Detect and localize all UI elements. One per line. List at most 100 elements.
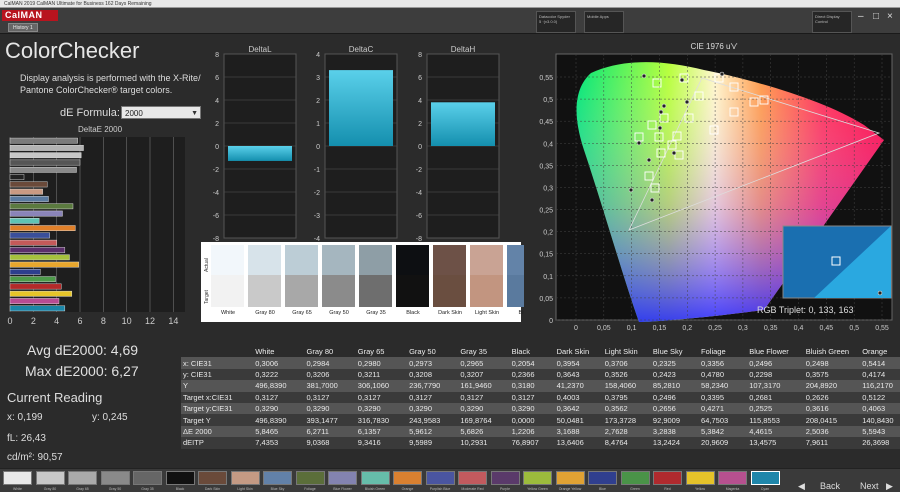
deltaC-y-tick: -3	[314, 213, 320, 220]
cie-x-tick: 0,05	[597, 325, 611, 332]
swatch-gray-80[interactable]	[248, 245, 281, 307]
table-cell: 6,1357	[355, 425, 408, 438]
bottom-swatch-button[interactable]	[68, 471, 97, 485]
bottom-swatch-label: Blue	[598, 487, 606, 491]
de2000-x-tick: 10	[122, 316, 132, 326]
bottom-swatch-button[interactable]	[555, 471, 585, 485]
bottom-swatch-button[interactable]	[100, 471, 130, 485]
de2000-bar	[9, 298, 60, 304]
cie-y-tick: 0,05	[539, 296, 553, 303]
de2000-bar	[9, 290, 73, 297]
bottom-swatch-button[interactable]	[620, 471, 650, 485]
bottom-swatch-button[interactable]	[35, 471, 65, 485]
source-mobile-apps[interactable]: Mobile Apps	[584, 11, 624, 33]
bottom-swatch-button[interactable]	[3, 471, 32, 485]
swatch-black[interactable]	[396, 245, 429, 307]
swatch-dark-skin[interactable]	[433, 245, 466, 307]
swatch-label: Gray 50	[329, 310, 349, 316]
back-arrow-icon[interactable]: ◀	[798, 481, 805, 492]
table-header: Bluish Green	[803, 346, 861, 358]
bottom-swatch-button[interactable]	[425, 471, 455, 485]
table-cell: ΔE 2000	[181, 425, 254, 438]
table-cell: 0,2681	[747, 391, 804, 403]
deltaC-y-tick: -1	[314, 167, 320, 174]
source-display-control[interactable]: Direct Display Control	[812, 11, 852, 33]
minimize-icon[interactable]: –	[858, 12, 864, 22]
bottom-swatch-button[interactable]	[133, 471, 162, 485]
table-cell: 0,3290	[509, 402, 555, 415]
tab-history[interactable]: History 1	[8, 23, 38, 32]
maximize-icon[interactable]: □	[873, 12, 879, 22]
avg-de2000: Avg dE2000: 4,69	[27, 342, 139, 358]
bottom-swatch-button[interactable]	[165, 471, 195, 485]
de2000-x-tick: 2	[31, 316, 36, 326]
next-arrow-icon[interactable]: ▶	[886, 481, 893, 492]
bottom-swatch-button[interactable]	[230, 471, 260, 485]
table-cell: 0,3526	[602, 368, 651, 381]
table-cell: 0,2973	[407, 357, 459, 369]
cie-y-tick: 0,2	[543, 230, 553, 237]
table-cell: 0,3616	[803, 402, 861, 415]
table-row: Target y:CIE31 0,3290 0,3290 0,3290 0,3290 0,…	[181, 402, 900, 415]
swatch-actual	[248, 245, 281, 275]
table-cell: 58,2340	[699, 380, 748, 392]
table-row: y: CIE31 0,3222 0,3206 0,3211 0,3208 0,3207 0,…	[181, 368, 900, 381]
table-cell: 0,3290	[304, 402, 356, 415]
bottom-swatch-label: White	[13, 487, 22, 491]
close-icon[interactable]: ×	[887, 12, 893, 22]
table-cell: 236,7790	[407, 380, 459, 392]
swatch-light-skin[interactable]	[470, 245, 503, 307]
formula-select[interactable]: 2000 ▼	[121, 106, 201, 119]
bottom-swatch-button[interactable]	[718, 471, 747, 485]
table-cell: 0,3127	[407, 391, 459, 403]
swatch-gray-50[interactable]	[322, 245, 355, 307]
bottom-swatch-button[interactable]	[490, 471, 520, 485]
bottom-swatch-label: Purple	[499, 487, 511, 491]
back-button[interactable]: Back	[820, 481, 840, 491]
bottom-swatch-button[interactable]	[588, 471, 617, 485]
bottom-swatch-button[interactable]	[685, 471, 715, 485]
next-button[interactable]: Next	[860, 481, 879, 491]
table-cell: 92,9009	[650, 414, 700, 426]
table-cell: 243,9583	[407, 414, 459, 426]
deltaC-y-tick: 4	[316, 52, 320, 59]
swatch-gray-65[interactable]	[285, 245, 318, 307]
deltaH-y-tick: 8	[418, 52, 422, 59]
table-cell: 116,2170	[860, 380, 900, 392]
bottom-swatch-bar: ◀ Back Next ▶ White Gray 80 Gray 65 Gray 50…	[0, 468, 900, 492]
swatch-gray-35[interactable]	[359, 245, 392, 307]
bottom-swatch-label: Green	[630, 487, 640, 491]
table-header: White	[253, 346, 305, 358]
actual-label: Actual	[204, 258, 210, 272]
bottom-swatch-button[interactable]	[458, 471, 487, 485]
swatch-white[interactable]	[211, 245, 244, 307]
table-cell: 204,8920	[803, 380, 861, 392]
calman-logo[interactable]: CalMAN	[2, 10, 58, 21]
swatch-label: White	[220, 310, 236, 316]
table-cell: 140,8430	[860, 414, 900, 426]
bottom-swatch-button[interactable]	[295, 471, 325, 485]
bottom-swatch-button[interactable]	[328, 471, 357, 485]
bottom-swatch-button[interactable]	[263, 471, 292, 485]
table-cell: Y	[181, 380, 254, 392]
cie-measured-point	[641, 73, 647, 79]
swatch-actual	[359, 245, 392, 275]
swatch-target	[211, 275, 244, 307]
table-cell: 0,3643	[554, 368, 603, 381]
bottom-swatch-button[interactable]	[750, 471, 780, 485]
cie-y-tick: 0,15	[539, 252, 553, 259]
deltaC-y-tick: 0	[316, 144, 320, 151]
table-cell: 0,2423	[650, 368, 700, 381]
bottom-swatch-button[interactable]	[198, 471, 227, 485]
bottom-swatch-button[interactable]	[393, 471, 422, 485]
bottom-swatch-button[interactable]	[523, 471, 552, 485]
bottom-swatch-button[interactable]	[360, 471, 390, 485]
de2000-bar	[9, 283, 62, 290]
de2000-x-tick: 8	[101, 316, 106, 326]
max-de2000: Max dE2000: 6,27	[25, 363, 139, 379]
table-cell: 2,7628	[602, 425, 651, 438]
cie-y-tick: 0,35	[539, 163, 553, 170]
source-meter[interactable]: Datacolor Spyder 5 ·(v3.0.0)	[536, 11, 576, 33]
cie-x-tick: 0,15	[653, 325, 667, 332]
bottom-swatch-button[interactable]	[653, 471, 682, 485]
